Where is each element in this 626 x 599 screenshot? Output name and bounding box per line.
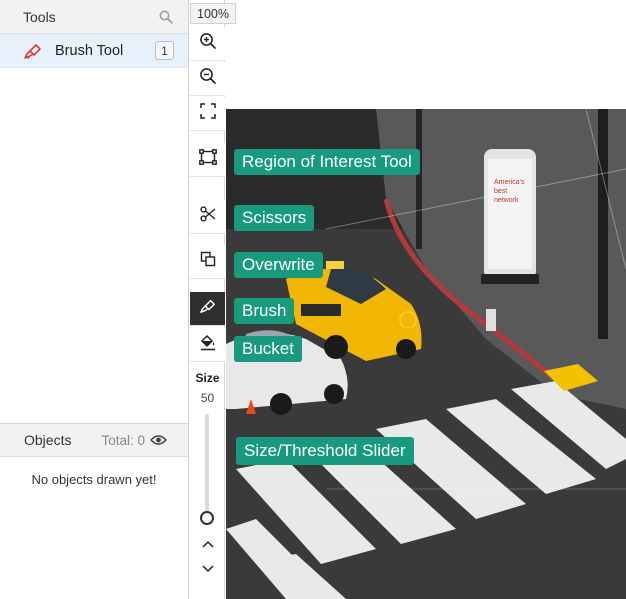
bucket-button[interactable] (190, 328, 225, 362)
objects-total: Total: 0 (101, 432, 145, 448)
overwrite-icon (200, 251, 216, 272)
brush-icon (23, 41, 45, 61)
bucket-icon (199, 333, 217, 356)
size-slider-thumb[interactable] (200, 511, 214, 525)
zoom-in-icon (199, 32, 217, 55)
decrease-button[interactable] (190, 560, 225, 580)
search-icon[interactable] (158, 9, 174, 25)
fullscreen-icon (199, 103, 216, 124)
tooltip-size-threshold-slider: Size/Threshold Slider (236, 437, 414, 465)
scissors-button[interactable] (190, 200, 225, 234)
region-of-interest-button[interactable] (190, 143, 225, 177)
svg-text:network: network (494, 197, 519, 204)
tooltip-region-of-interest: Region of Interest Tool (234, 149, 420, 175)
size-label: Size (195, 371, 220, 385)
zoom-out-button[interactable] (190, 62, 225, 96)
tooltip-overwrite: Overwrite (234, 252, 323, 278)
annotation-app: Tools Brush Tool 1 Objects Total: 0 No o… (0, 0, 626, 599)
fullscreen-button[interactable] (190, 97, 225, 131)
tool-list-item-brush[interactable]: Brush Tool 1 (0, 34, 188, 68)
tools-panel-header: Tools (0, 0, 188, 34)
size-value: 50 (200, 391, 215, 405)
tooltip-bucket: Bucket (234, 336, 302, 362)
tooltip-scissors: Scissors (234, 205, 315, 231)
objects-empty-message: No objects drawn yet! (31, 472, 157, 487)
size-slider-track[interactable] (205, 414, 209, 518)
scissors-icon (199, 206, 216, 227)
zoom-level[interactable]: 100% (190, 3, 236, 24)
svg-text:America's: America's (494, 179, 525, 186)
zoom-in-button[interactable] (190, 27, 225, 61)
tool-count-badge: 1 (155, 41, 174, 60)
brush-icon (199, 298, 217, 319)
increase-button[interactable] (190, 535, 225, 555)
brush-button[interactable] (190, 292, 225, 326)
zoom-out-icon (199, 67, 217, 90)
objects-panel-title: Objects (24, 432, 72, 448)
chevron-up-icon (201, 536, 215, 554)
tooltip-brush: Brush (234, 298, 295, 324)
tool-list-item-label: Brush Tool (55, 42, 124, 59)
eye-icon[interactable] (150, 434, 167, 446)
tools-panel-title: Tools (23, 8, 56, 25)
objects-panel-header: Objects Total: 0 (0, 423, 188, 457)
overwrite-button[interactable] (190, 245, 225, 279)
chevron-down-icon (201, 561, 215, 579)
region-of-interest-icon (198, 149, 217, 170)
left-panel: Tools Brush Tool 1 Objects Total: 0 No o… (0, 0, 189, 599)
